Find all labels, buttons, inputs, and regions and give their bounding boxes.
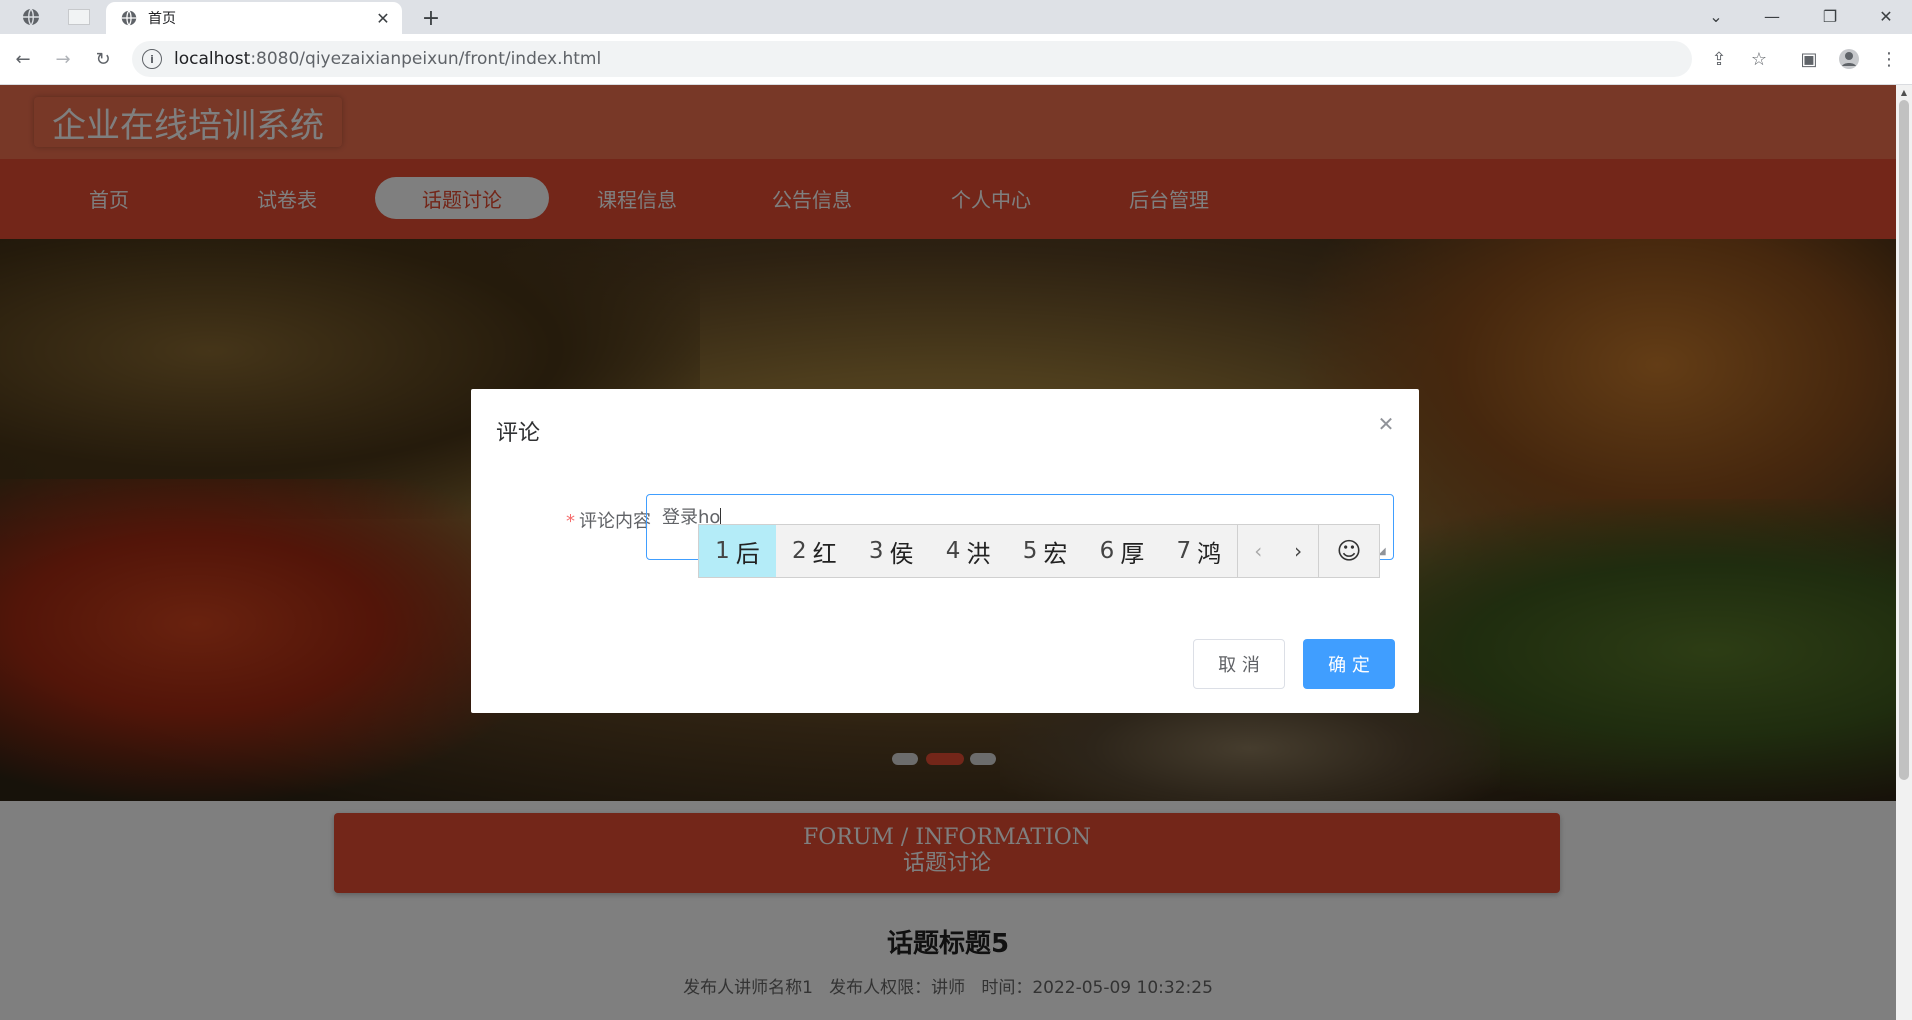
ime-candidate-bar: 1后 2红 3侯 4洪 5宏 6厚 7鸿 ‹ › ☺	[698, 524, 1380, 578]
ime-prev-page-icon[interactable]: ‹	[1238, 525, 1278, 577]
required-mark: *	[566, 511, 575, 532]
ime-next-page-icon[interactable]: ›	[1278, 525, 1318, 577]
comment-content-label: * 评论内容	[566, 511, 651, 532]
scrollbar-thumb[interactable]	[1899, 100, 1909, 780]
dialog-close-icon[interactable]: ✕	[1375, 412, 1397, 436]
scroll-up-icon[interactable]: ▲	[1899, 88, 1909, 98]
site-info-icon[interactable]: i	[142, 49, 162, 69]
confirm-button[interactable]: 确 定	[1303, 639, 1395, 689]
dialog-title: 评论	[496, 421, 541, 446]
window-close-icon[interactable]: ✕	[1866, 2, 1906, 30]
ime-candidate-3[interactable]: 3侯	[853, 525, 930, 577]
emoji-icon[interactable]: ☺	[1319, 525, 1379, 577]
minimize-icon[interactable]: —	[1752, 2, 1792, 30]
tab-title: 首页	[148, 11, 176, 27]
pinned-tab[interactable]	[14, 4, 48, 30]
cancel-button[interactable]: 取 消	[1193, 639, 1285, 689]
browser-menu-icon[interactable]: ⋮	[1876, 46, 1902, 72]
tab-search-chevron-icon[interactable]: ⌄	[1696, 2, 1736, 30]
new-tab-button[interactable]: +	[418, 6, 444, 31]
bookmark-star-icon[interactable]: ☆	[1746, 46, 1772, 72]
tab-close-icon[interactable]: ✕	[372, 7, 394, 29]
ime-candidate-4[interactable]: 4洪	[930, 525, 1007, 577]
ime-candidate-7[interactable]: 7鸿	[1160, 525, 1237, 577]
restore-icon[interactable]: ❐	[1810, 2, 1850, 30]
blank-tab[interactable]	[62, 4, 96, 30]
ime-candidate-1[interactable]: 1后	[699, 525, 776, 577]
ime-candidate-2[interactable]: 2红	[776, 525, 853, 577]
profile-avatar-icon[interactable]	[1836, 46, 1862, 72]
globe-icon	[23, 8, 39, 26]
forward-arrow-icon[interactable]: →	[50, 46, 76, 72]
ime-candidate-6[interactable]: 6厚	[1083, 525, 1160, 577]
back-arrow-icon[interactable]: ←	[10, 46, 36, 72]
blank-page-icon	[68, 9, 90, 25]
browser-tab-bar: 首页 ✕ + ⌄ — ❐ ✕	[0, 0, 1912, 34]
address-bar[interactable]: i localhost:8080/qiyezaixianpeixun/front…	[132, 41, 1692, 77]
side-panel-icon[interactable]: ▣	[1796, 46, 1822, 72]
share-icon[interactable]: ⇪	[1706, 46, 1732, 72]
globe-icon	[121, 10, 137, 26]
reload-icon[interactable]: ↻	[90, 46, 116, 72]
active-tab[interactable]: 首页 ✕	[106, 2, 402, 34]
browser-toolbar: ← → ↻ i localhost:8080/qiyezaixianpeixun…	[0, 34, 1912, 85]
ime-candidate-5[interactable]: 5宏	[1007, 525, 1084, 577]
url-text: localhost:8080/qiyezaixianpeixun/front/i…	[174, 49, 602, 69]
